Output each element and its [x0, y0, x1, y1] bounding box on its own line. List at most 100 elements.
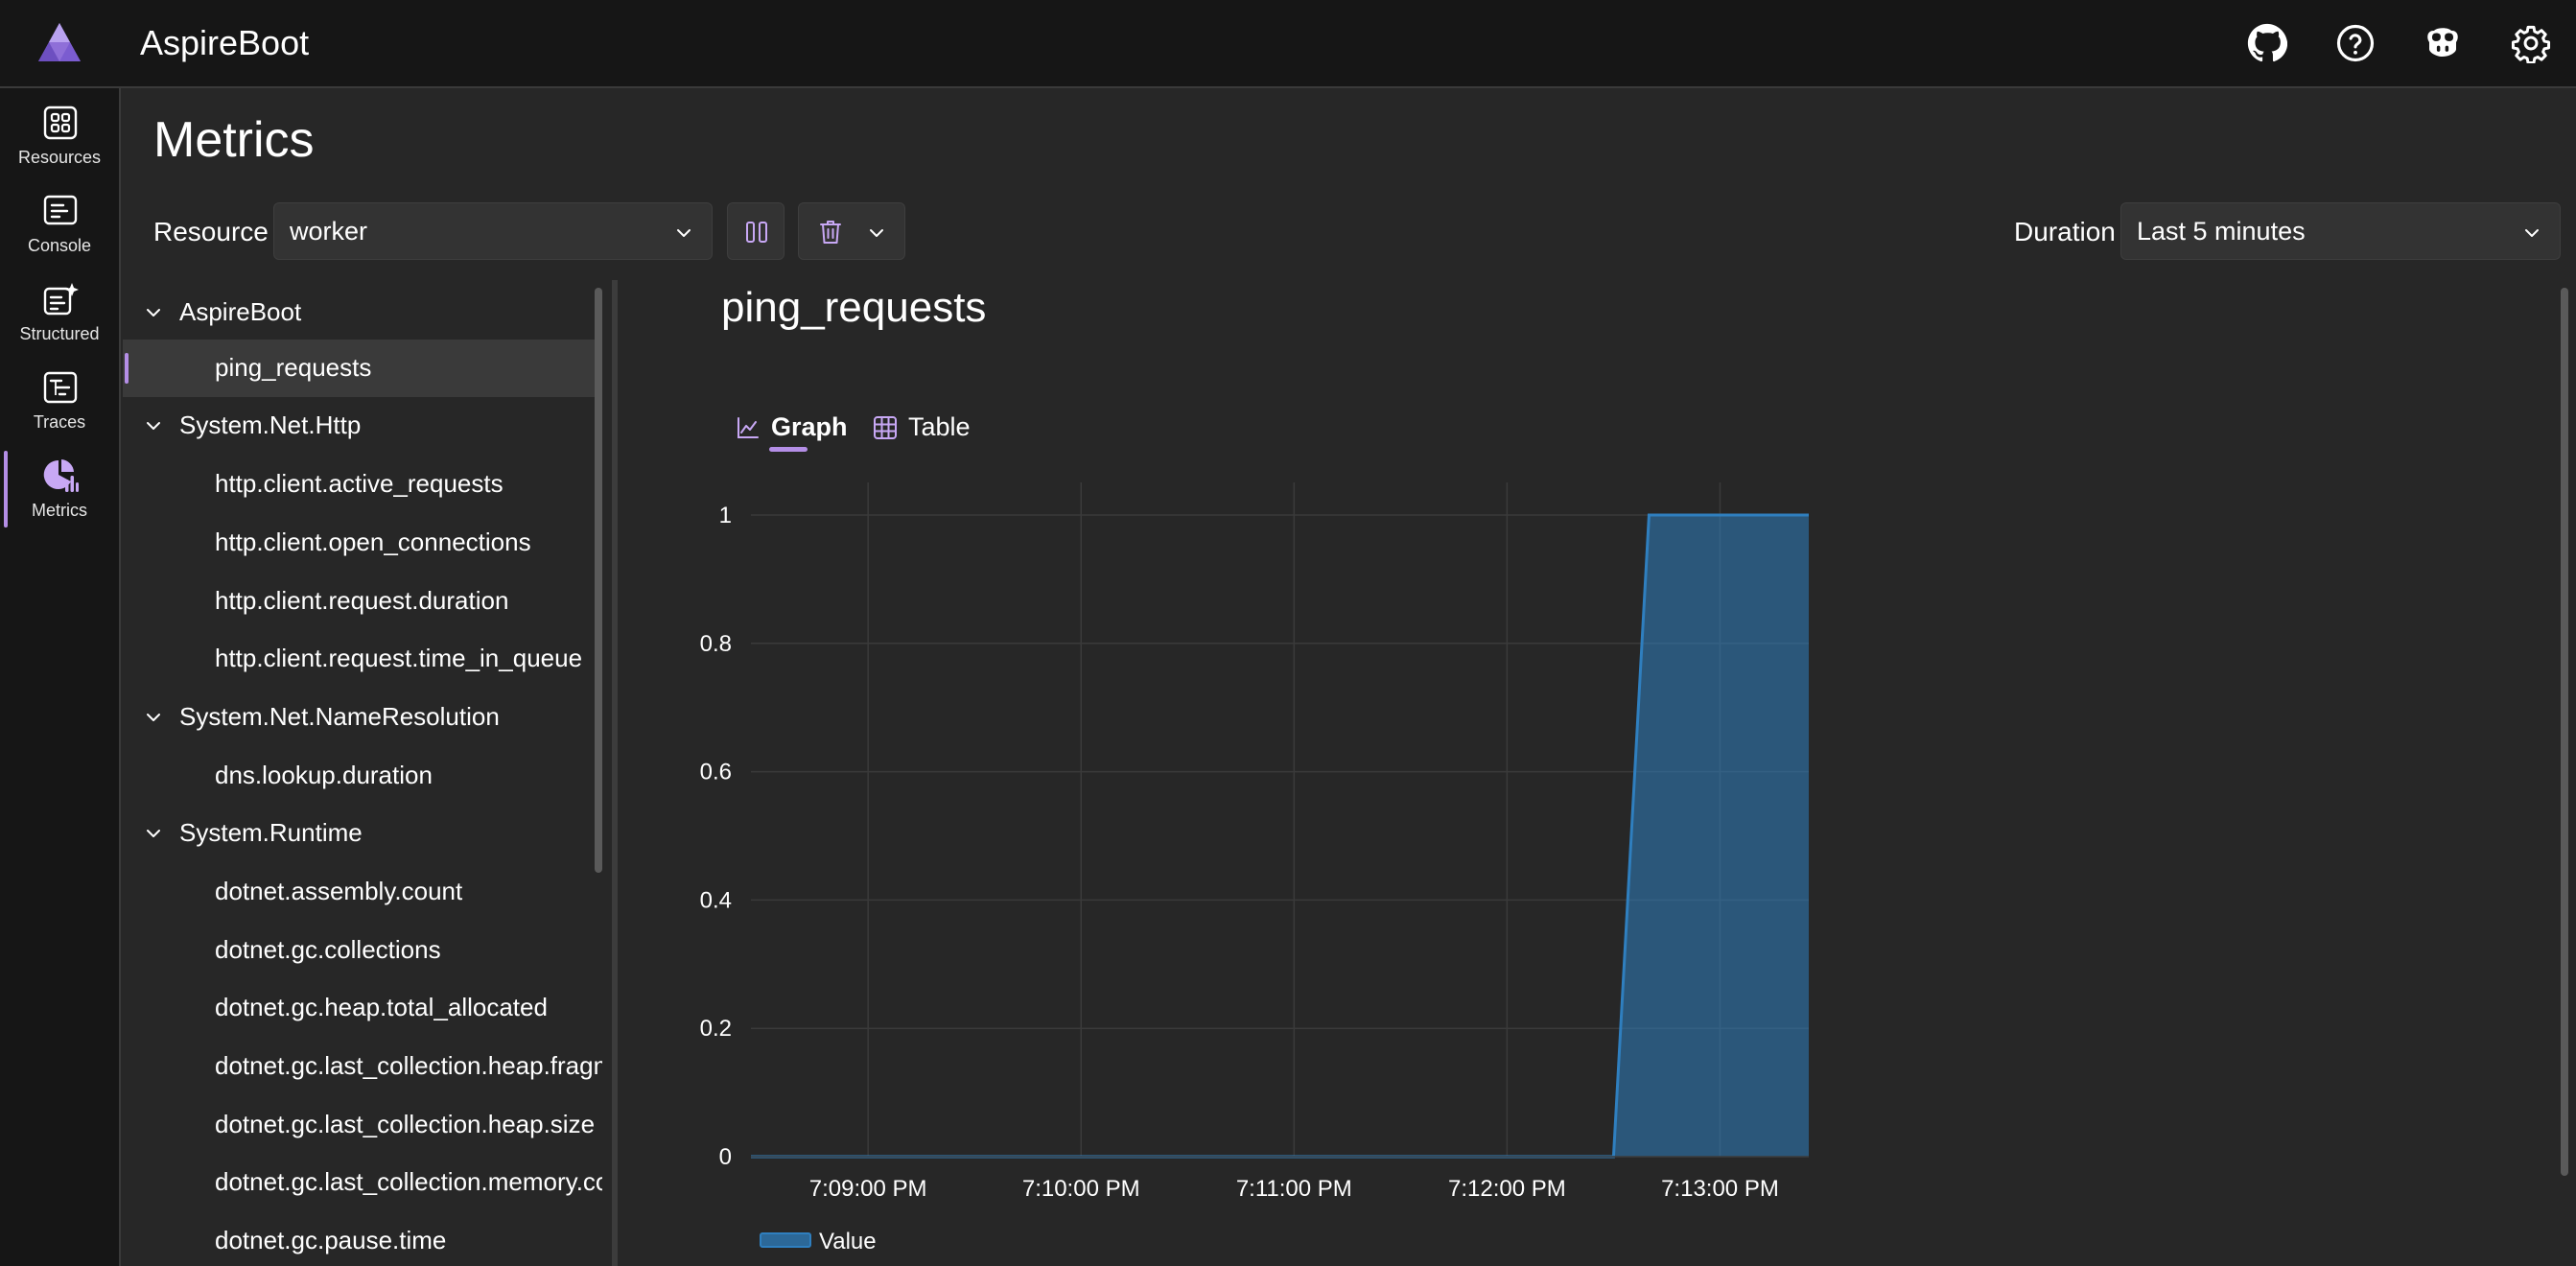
tree-group-label: System.Runtime [179, 818, 363, 847]
tree-item[interactable]: dns.lookup.duration [123, 747, 598, 805]
panel-splitter[interactable] [612, 280, 618, 1266]
traces-icon [42, 370, 79, 405]
structured-icon [42, 282, 79, 316]
chart-line-icon [738, 417, 759, 438]
tree-group-system-runtime[interactable]: System.Runtime [123, 805, 598, 862]
tree-item-label: ping_requests [215, 353, 372, 382]
copilot-icon[interactable] [2423, 23, 2463, 63]
tab-table[interactable]: Table [872, 410, 996, 453]
tree-item[interactable]: http.client.active_requests [123, 456, 598, 513]
table-icon [874, 416, 897, 439]
aspire-logo-icon[interactable] [36, 21, 82, 63]
tree-item-label: http.client.active_requests [215, 469, 503, 498]
duration-label: Duration [2014, 217, 2116, 246]
tree-item-label: dotnet.gc.collections [215, 935, 441, 964]
tree-group-label: System.Net.Http [179, 410, 362, 439]
tab-label: Table [908, 412, 971, 441]
tree-item-label: dotnet.gc.heap.total_allocated [215, 993, 548, 1021]
tree-item-label: dotnet.gc.last_collection.memory.co [215, 1167, 602, 1196]
tree-item[interactable]: http.client.open_connections [123, 514, 598, 572]
nav-item-label: Traces [33, 412, 86, 432]
metric-chart[interactable]: 7:09:00 PM 7:10:00 PM 7:11:00 PM 7:12:00 PM… [671, 470, 1822, 1266]
nav-item-structured[interactable]: Structured [0, 272, 119, 357]
tab-active-underline [769, 447, 808, 452]
resource-select-value: worker [290, 217, 368, 246]
chevron-down-icon [677, 229, 691, 237]
app-title[interactable]: AspireBoot [140, 23, 309, 63]
y-tick-label: 0.6 [700, 760, 732, 785]
chevron-down-icon[interactable] [144, 824, 163, 843]
y-tick-label: 0.4 [700, 887, 732, 913]
x-tick-label: 7:13:00 PM [1661, 1176, 1779, 1202]
left-nav: Resources Console Structured Traces Metr… [0, 88, 121, 1266]
tree-item[interactable]: ping_requests [123, 340, 598, 397]
metrics-tree: AspireBoot ping_requests System.Net.Http… [123, 284, 602, 1266]
tree-item[interactable]: dotnet.gc.collections [123, 922, 598, 979]
help-icon[interactable] [2335, 23, 2376, 63]
y-tick-label: 1 [719, 503, 732, 528]
tree-item-label: dotnet.gc.last_collection.heap.size [215, 1110, 596, 1138]
nav-item-label: Console [27, 236, 92, 255]
tree-item-label: dns.lookup.duration [215, 761, 433, 789]
x-tick-label: 7:12:00 PM [1448, 1176, 1566, 1202]
chevron-down-icon[interactable] [144, 303, 163, 322]
tree-item[interactable]: dotnet.gc.last_collection.heap.fragm [123, 1038, 602, 1095]
x-tick-label: 7:10:00 PM [1022, 1176, 1140, 1202]
duration-select[interactable]: Last 5 minutes [2120, 202, 2561, 260]
nav-item-metrics[interactable]: Metrics [0, 449, 119, 533]
tree-item-label: dotnet.assembly.count [215, 877, 463, 905]
tree-item[interactable]: dotnet.assembly.count [123, 863, 598, 921]
legend-label: Value [819, 1229, 877, 1254]
metrics-icon [42, 458, 79, 493]
nav-item-label: Metrics [32, 501, 87, 520]
y-tick-label: 0.2 [700, 1016, 732, 1042]
tree-item-label: http.client.request.duration [215, 586, 509, 615]
tree-item-label: dotnet.gc.pause.time [215, 1226, 447, 1254]
top-header: AspireBoot [0, 0, 2576, 88]
resources-icon [42, 106, 79, 140]
tree-item-label: dotnet.gc.last_collection.heap.fragm [215, 1051, 602, 1080]
remove-data-button[interactable] [798, 202, 905, 260]
tree-item-label: http.client.open_connections [215, 528, 531, 556]
console-icon [42, 194, 79, 228]
tree-item[interactable]: dotnet.gc.pause.time [123, 1212, 598, 1266]
chevron-down-icon [2525, 229, 2539, 237]
metric-title: ping_requests [721, 284, 987, 331]
nav-item-traces[interactable]: Traces [0, 361, 119, 445]
x-tick-label: 7:09:00 PM [809, 1176, 927, 1202]
tree-scrollbar[interactable] [595, 288, 602, 873]
chevron-down-icon [870, 229, 883, 237]
tree-item[interactable]: http.client.request.duration [123, 573, 598, 630]
nav-item-resources[interactable]: Resources [0, 96, 119, 180]
tree-group-label: AspireBoot [179, 297, 302, 326]
tree-selected-indicator [125, 353, 129, 384]
tree-group-system-net-nameresolution[interactable]: System.Net.NameResolution [123, 689, 598, 746]
tree-item-label: http.client.request.time_in_queue [215, 644, 583, 672]
tree-item[interactable]: dotnet.gc.heap.total_allocated [123, 979, 598, 1037]
tab-label: Graph [771, 412, 848, 441]
y-tick-label: 0.8 [700, 631, 732, 657]
trash-icon [820, 221, 841, 244]
nav-item-console[interactable]: Console [0, 184, 119, 269]
tree-item[interactable]: dotnet.gc.last_collection.memory.co [123, 1154, 602, 1211]
github-icon[interactable] [2247, 23, 2288, 63]
main-scrollbar[interactable] [2561, 288, 2568, 1176]
tree-group-system-net-http[interactable]: System.Net.Http [123, 397, 598, 455]
tree-group-aspireboot[interactable]: AspireBoot [123, 284, 598, 341]
pause-icon [746, 222, 767, 243]
nav-item-label: Structured [19, 324, 100, 343]
chevron-down-icon[interactable] [144, 416, 163, 435]
legend-swatch [760, 1232, 811, 1248]
resource-label: Resource [153, 217, 269, 246]
tree-item[interactable]: http.client.request.time_in_queue [123, 630, 598, 688]
resource-select[interactable]: worker [273, 202, 713, 260]
series-area [751, 515, 1809, 1157]
page-title: Metrics [153, 112, 315, 168]
y-tick-label: 0 [719, 1144, 732, 1170]
nav-item-label: Resources [17, 148, 102, 167]
pause-button[interactable] [727, 202, 785, 260]
duration-select-value: Last 5 minutes [2137, 217, 2306, 246]
tree-item[interactable]: dotnet.gc.last_collection.heap.size [123, 1096, 598, 1154]
settings-icon[interactable] [2511, 23, 2551, 64]
chevron-down-icon[interactable] [144, 708, 163, 727]
